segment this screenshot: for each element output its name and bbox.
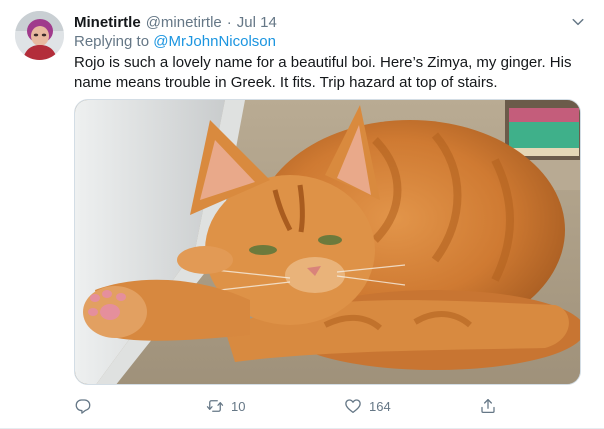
reply-mention-link[interactable]: @MrJohnNicolson (153, 33, 276, 50)
retweet-icon (206, 400, 224, 412)
author-avatar[interactable] (15, 11, 64, 60)
replying-to-line: Replying to @MrJohnNicolson (74, 33, 276, 50)
tweet-date[interactable]: Jul 14 (237, 14, 277, 31)
replying-to-prefix: Replying to (74, 33, 150, 50)
retweet-count: 10 (231, 398, 246, 414)
share-icon (481, 398, 495, 414)
tweet[interactable]: Minetirtle @minetirtle · Jul 14 Replying… (0, 0, 604, 429)
author-handle[interactable]: @minetirtle (146, 14, 222, 31)
tweet-actions: 10 164 (74, 392, 514, 420)
share-button[interactable] (479, 392, 504, 420)
tweet-header: Minetirtle @minetirtle · Jul 14 (74, 12, 588, 32)
avatar-photo (15, 11, 64, 60)
chevron-down-icon (572, 18, 584, 26)
separator: · (226, 13, 232, 31)
cat-photo (75, 100, 580, 384)
reply-icon (75, 399, 91, 414)
heart-icon (345, 399, 361, 414)
tweet-text: Rojo is such a lovely name for a beautif… (74, 54, 572, 91)
tweet-photo[interactable] (74, 99, 581, 385)
retweet-button[interactable]: 10 (206, 392, 245, 420)
like-button[interactable]: 164 (344, 392, 391, 420)
author-display-name[interactable]: Minetirtle (74, 14, 141, 31)
reply-button[interactable] (74, 392, 99, 420)
like-count: 164 (369, 398, 391, 414)
more-options-button[interactable] (568, 12, 588, 32)
